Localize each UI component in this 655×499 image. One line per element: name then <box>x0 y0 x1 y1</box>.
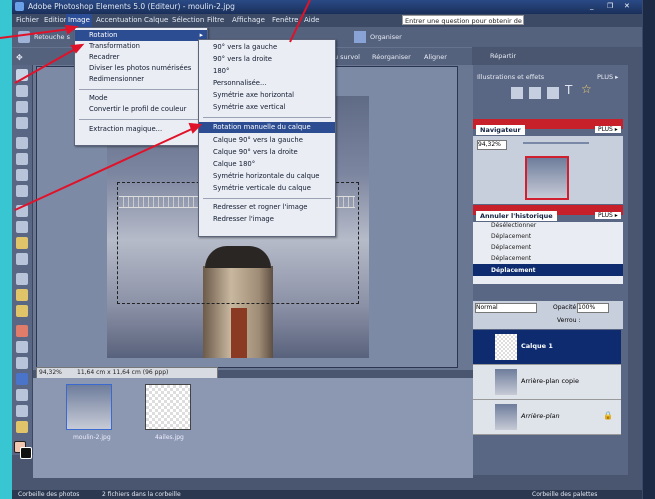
arrow-to-rotation <box>14 47 78 84</box>
arrow-head <box>64 24 79 35</box>
arrow-head <box>188 122 203 134</box>
arrow-to-image-menu <box>0 28 71 39</box>
arrow-to-free-rotate <box>14 127 195 211</box>
arrow-top <box>289 0 311 43</box>
annotation-arrows <box>0 0 311 211</box>
